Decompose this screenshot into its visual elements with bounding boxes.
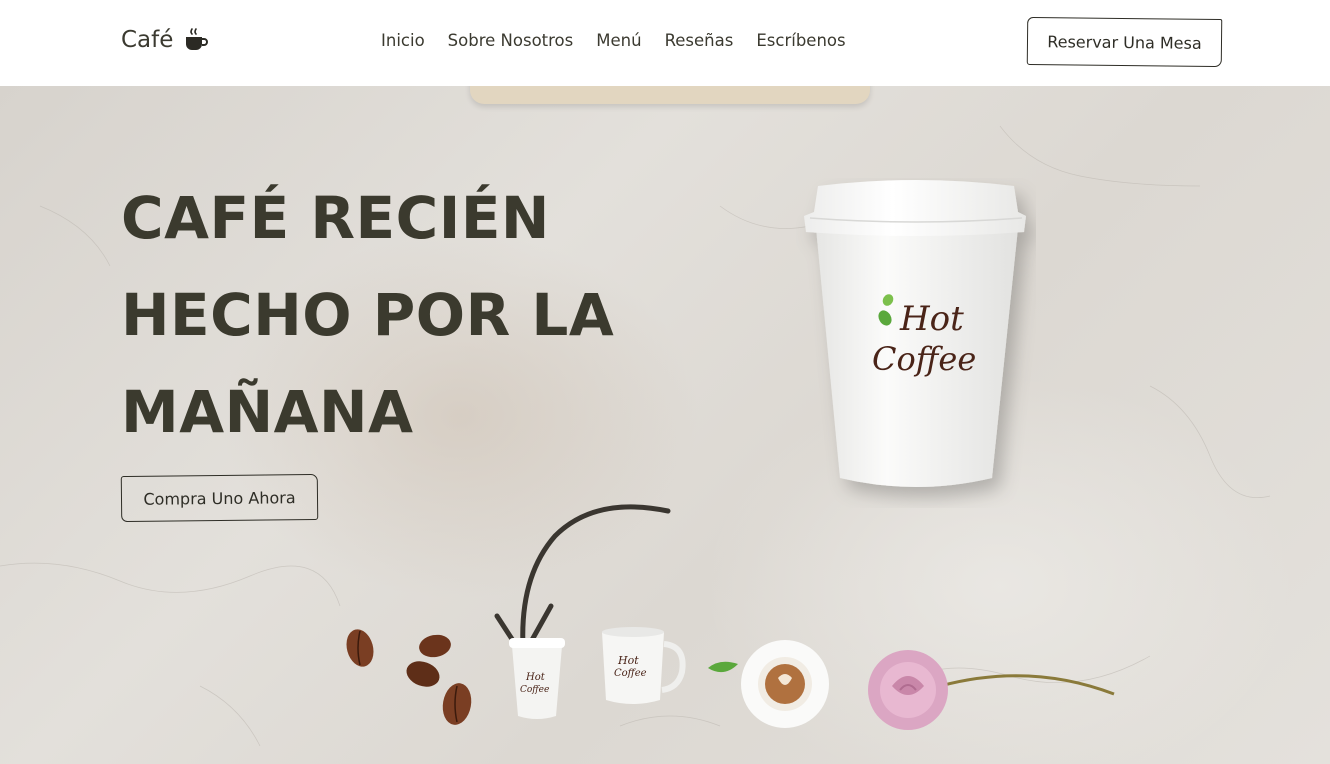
hero-title-line: MAÑANA (121, 378, 414, 446)
hot-coffee-cup-image: Hot Coffee (804, 180, 1026, 487)
site-header: Café Inicio Sobre Nosotros Menú Reseñas … (0, 0, 1330, 86)
svg-text:Hot: Hot (525, 672, 546, 683)
logo-text: Café (121, 27, 174, 53)
logo[interactable]: Café (121, 27, 209, 53)
nav-menu[interactable]: Menú (596, 31, 641, 50)
cup-brand-top: Hot (899, 299, 964, 339)
main-nav: Inicio Sobre Nosotros Menú Reseñas Escrí… (381, 31, 846, 50)
cloth-napkin (470, 86, 870, 104)
reserve-table-button[interactable]: Reservar Una Mesa (1026, 16, 1223, 68)
hero-title: CAFÉ RECIÉN HECHO POR LA MAÑANA (121, 170, 681, 461)
nav-inicio[interactable]: Inicio (381, 31, 425, 50)
latte-cup-image (708, 640, 829, 728)
hero-title-line: HECHO POR LA (121, 281, 615, 349)
svg-text:Coffee: Coffee (520, 685, 549, 695)
cup-brand-bottom: Coffee (872, 340, 976, 378)
hero-section: CAFÉ RECIÉN HECHO POR LA MAÑANA Compra U… (0, 86, 1330, 764)
rose-image (868, 650, 1115, 730)
coffee-beans-image (346, 629, 472, 725)
nav-sobre-nosotros[interactable]: Sobre Nosotros (448, 31, 574, 50)
nav-resenas[interactable]: Reseñas (665, 31, 734, 50)
mug-image: Hot Coffee (602, 627, 686, 704)
small-cup-image: Hot Coffee (509, 638, 565, 719)
products-row: Hot Coffee Hot Coffee (346, 627, 1115, 730)
svg-text:Hot: Hot (617, 654, 639, 667)
buy-now-button[interactable]: Compra Uno Ahora (120, 473, 319, 523)
coffee-cup-icon (186, 28, 209, 50)
hero-title-line: CAFÉ RECIÉN (121, 184, 550, 252)
svg-text:Coffee: Coffee (614, 668, 647, 679)
nav-escribenos[interactable]: Escríbenos (756, 31, 845, 50)
